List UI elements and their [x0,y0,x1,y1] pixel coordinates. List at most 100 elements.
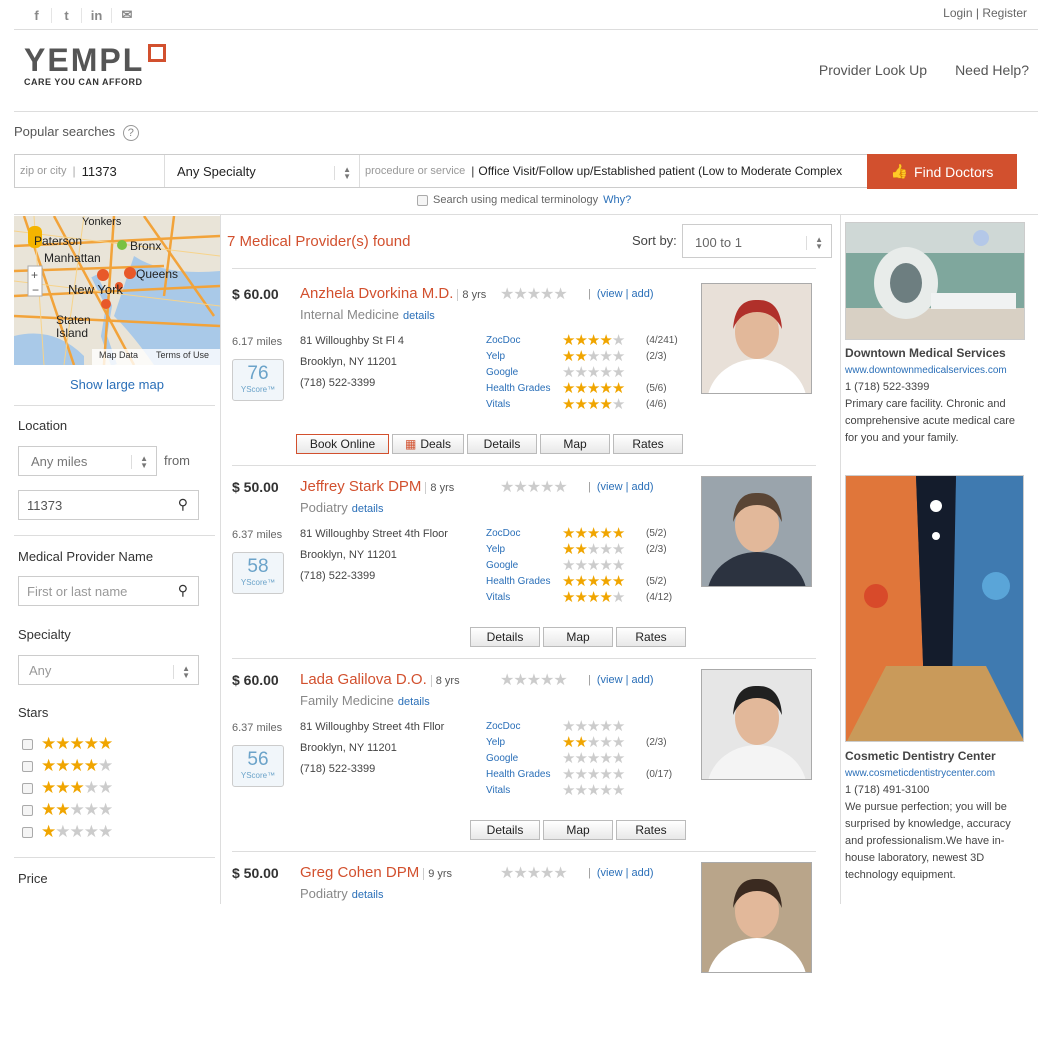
rating-source-link[interactable]: Vitals [486,397,562,413]
rating-source-link[interactable]: Health Grades [486,381,562,397]
yscore-label: YScore™ [240,771,276,780]
book-online-button[interactable]: Book Online [296,434,389,454]
rates-button[interactable]: Rates [616,627,686,647]
stars-filter-checkbox[interactable] [22,804,33,816]
deals-button[interactable]: ▦ Deals [392,434,464,454]
stars-filter-checkbox[interactable] [22,826,33,838]
procedure-field[interactable]: procedure or service | Office Visit/Foll… [360,155,867,187]
map-terms-link[interactable]: Terms of Use [156,350,209,360]
rating-row: Yelp ★★★★★ (2/3) [486,735,672,751]
ad-image[interactable] [845,475,1024,742]
nav-provider-lookup[interactable]: Provider Look Up [819,62,927,78]
provider-address: 81 Willoughby Street 4th Floor Brooklyn, … [300,524,448,587]
star-icon: ★ [611,380,625,397]
rating-source-link[interactable]: Vitals [486,783,562,799]
rating-source-link[interactable]: Health Grades [486,574,562,590]
register-link[interactable]: Register [982,6,1027,20]
rating-source-link[interactable]: Google [486,751,562,767]
stars-filter-checkbox[interactable] [22,760,33,772]
add-review-link[interactable]: add) [632,481,654,493]
rating-source-link[interactable]: Health Grades [486,767,562,783]
stars-filter-1[interactable]: ★★★★★ [22,822,113,842]
find-doctors-button[interactable]: 👍 Find Doctors [867,154,1017,189]
provider-photo[interactable] [701,283,812,394]
miles-select[interactable]: Any miles ▲ ▼ [18,446,157,476]
location-zip-input[interactable]: 11373 ⚲ [18,490,199,520]
specialty-filter-label: Specialty [18,627,71,642]
ad-image[interactable] [845,222,1025,340]
add-review-link[interactable]: add) [632,674,654,686]
rating-source-link[interactable]: Yelp [486,542,562,558]
provider-photo[interactable] [701,862,812,973]
details-link[interactable]: details [403,310,435,322]
view-reviews-link[interactable]: (view [597,288,623,300]
medical-terminology-checkbox[interactable] [417,194,428,206]
view-reviews-link[interactable]: (view [597,674,623,686]
search-icon[interactable]: ⚲ [178,496,188,513]
details-button[interactable]: Details [470,627,540,647]
details-button[interactable]: Details [467,434,537,454]
view-reviews-link[interactable]: (view [597,867,623,879]
facebook-icon[interactable]: f [22,7,52,23]
search-icon[interactable]: ⚲ [178,582,188,599]
details-link[interactable]: details [398,696,430,708]
stars-filter-checkbox[interactable] [22,738,33,750]
details-link[interactable]: details [352,889,384,901]
ad-url[interactable]: www.downtownmedicalservices.com [845,365,1007,376]
stars-filter-checkbox[interactable] [22,782,33,794]
twitter-icon[interactable]: t [52,7,82,23]
linkedin-icon[interactable]: in [82,7,112,23]
rating-source-link[interactable]: ZocDoc [486,526,562,542]
map[interactable]: + − Yonkers Paterson Bronx Manhattan Que… [14,216,220,365]
rating-source-link[interactable]: Google [486,365,562,381]
view-reviews-link[interactable]: (view [597,481,623,493]
nav-need-help[interactable]: Need Help? [955,62,1029,78]
help-icon[interactable]: ? [122,125,139,141]
provider-photo[interactable] [701,669,812,780]
ad-title[interactable]: Downtown Medical Services [845,345,1030,362]
ad-url[interactable]: www.cosmeticdentistrycenter.com [845,768,995,779]
rates-button[interactable]: Rates [613,434,683,454]
why-link[interactable]: Why? [603,194,631,206]
email-icon[interactable]: ✉ [112,7,142,23]
zip-field[interactable]: zip or city | 11373 [15,155,165,187]
details-button[interactable]: Details [470,820,540,840]
overall-rating: ★★★★★ [500,865,568,882]
specialty-select[interactable]: Any Specialty ▲ ▼ [165,155,360,187]
star-icon: ★ [98,800,113,819]
rating-source-link[interactable]: Yelp [486,735,562,751]
provider-name[interactable]: Jeffrey Stark DPM 8 yrs [300,478,455,495]
map-button[interactable]: Map [543,627,613,647]
popular-searches-label: Popular searches [14,124,116,139]
map-data-link[interactable]: Map Data [99,350,138,360]
map-button[interactable]: Map [540,434,610,454]
sort-select[interactable]: 100 to 1 ▲ ▼ [682,224,832,258]
provider-name[interactable]: Lada Galilova D.O. 8 yrs [300,671,460,688]
stars-filter-2[interactable]: ★★★★★ [22,800,113,820]
star-icon: ★ [611,734,625,751]
add-review-link[interactable]: add) [632,867,654,879]
rating-source-link[interactable]: ZocDoc [486,719,562,735]
show-large-map-link[interactable]: Show large map [70,377,164,392]
rating-source-link[interactable]: Google [486,558,562,574]
logo[interactable]: YEMPL CARE YOU CAN AFFORD [24,42,166,87]
stars-filter-5[interactable]: ★★★★★ [22,734,113,754]
provider-name[interactable]: Greg Cohen DPM 9 yrs [300,864,453,881]
ad-title[interactable]: Cosmetic Dentistry Center [845,748,1030,765]
rating-source-link[interactable]: ZocDoc [486,333,562,349]
rating-source-link[interactable]: Vitals [486,590,562,606]
stars-filter-4[interactable]: ★★★★★ [22,756,113,776]
add-review-link[interactable]: add) [632,288,654,300]
map-button[interactable]: Map [543,820,613,840]
rates-button[interactable]: Rates [616,820,686,840]
specialty-filter-select[interactable]: Any ▲ ▼ [18,655,199,685]
details-link[interactable]: details [352,503,384,515]
provider-name-input[interactable]: First or last name ⚲ [18,576,199,606]
popular-searches[interactable]: Popular searches ? [14,124,139,141]
provider-photo[interactable] [701,476,812,587]
star-icon: ★ [611,782,625,799]
rating-source-link[interactable]: Yelp [486,349,562,365]
provider-name[interactable]: Anzhela Dvorkina M.D. 8 yrs [300,285,487,302]
stars-filter-3[interactable]: ★★★★★ [22,778,113,798]
login-link[interactable]: Login [943,6,972,20]
